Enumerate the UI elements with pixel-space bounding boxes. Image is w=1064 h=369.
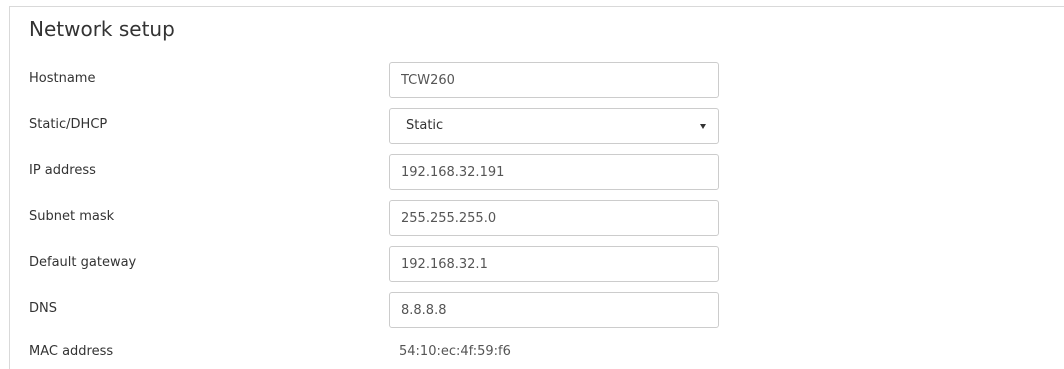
subnet-mask-label: Subnet mask xyxy=(29,209,115,224)
hostname-label: Hostname xyxy=(29,71,96,86)
hostname-input[interactable] xyxy=(389,62,719,98)
dns-label: DNS xyxy=(29,301,57,316)
default-gateway-input[interactable] xyxy=(389,246,719,282)
section-title: Network setup xyxy=(29,17,175,41)
ip-address-label: IP address xyxy=(29,163,96,178)
ip-address-input[interactable] xyxy=(389,154,719,190)
mac-address-value: 54:10:ec:4f:59:f6 xyxy=(399,344,511,359)
subnet-mask-input[interactable] xyxy=(389,200,719,236)
mac-address-label: MAC address xyxy=(29,344,114,359)
chevron-down-icon xyxy=(700,124,706,129)
default-gateway-label: Default gateway xyxy=(29,255,137,270)
dns-input[interactable] xyxy=(389,292,719,328)
static-dhcp-select[interactable]: Static xyxy=(389,108,719,144)
static-dhcp-selected-value: Static xyxy=(406,118,444,133)
static-dhcp-label: Static/DHCP xyxy=(29,117,108,132)
